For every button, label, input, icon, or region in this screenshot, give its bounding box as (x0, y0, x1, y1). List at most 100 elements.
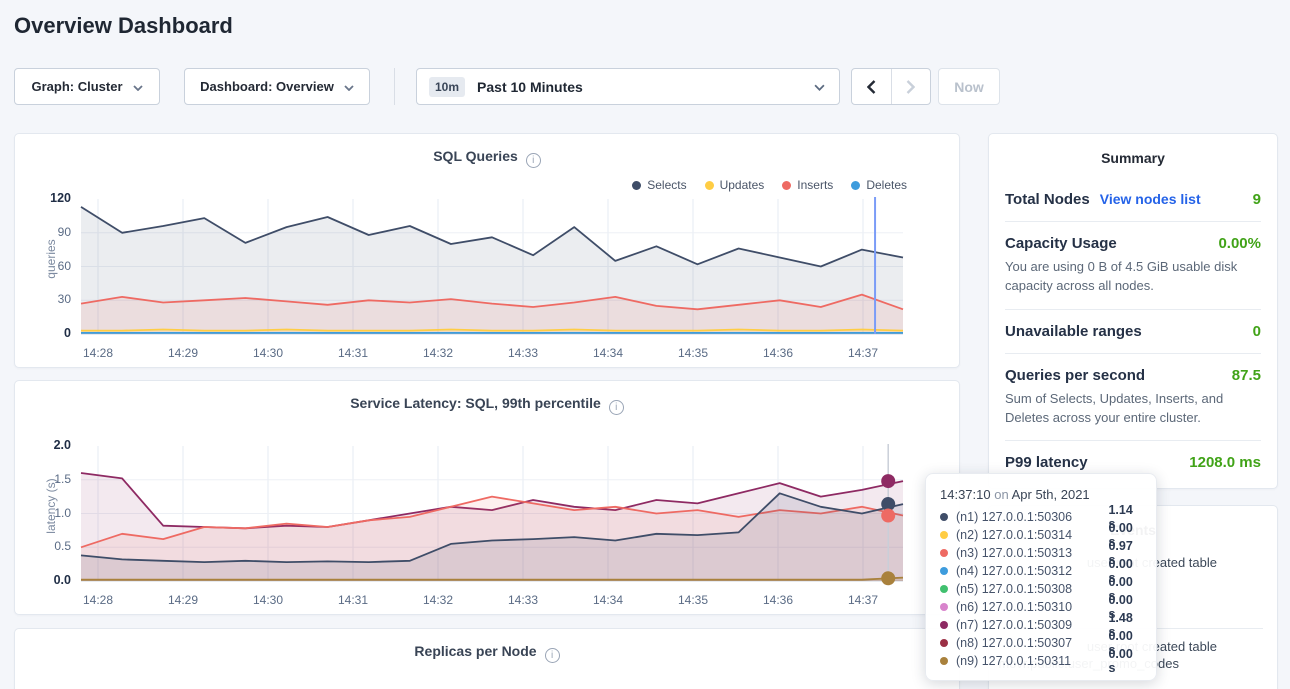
info-icon[interactable]: i (609, 400, 624, 415)
summary-row-label: P99 latency (1005, 454, 1088, 471)
x-tick-label: 14:37 (841, 346, 885, 360)
x-tick-label: 14:28 (76, 593, 120, 607)
summary-row-label: Unavailable ranges (1005, 323, 1142, 340)
y-tick-label: 0 (25, 326, 71, 340)
graph-dropdown-label: Graph: Cluster (31, 79, 122, 94)
tooltip-row: (n9) 127.0.0.1:503110.00 s (940, 652, 1142, 670)
y-tick-label: 90 (25, 225, 71, 239)
node-color-dot (940, 621, 948, 629)
tooltip-node-value: 0.00 s (1108, 647, 1142, 675)
legend-item: Inserts (782, 178, 833, 192)
x-tick-label: 14:36 (756, 346, 800, 360)
legend-color-dot (851, 181, 860, 190)
tooltip-node-label: (n4) 127.0.0.1:50312 (956, 564, 1108, 578)
tooltip-node-label: (n7) 127.0.0.1:50309 (956, 618, 1108, 632)
node-color-dot (940, 603, 948, 611)
tooltip-rows: (n1) 127.0.0.1:503061.14 s(n2) 127.0.0.1… (940, 508, 1142, 670)
time-next-button[interactable] (892, 69, 931, 104)
dashboard-dropdown[interactable]: Dashboard: Overview (184, 68, 370, 105)
service-latency-plot[interactable] (75, 441, 909, 587)
time-range-selector[interactable]: 10m Past 10 Minutes (416, 68, 840, 105)
x-tick-label: 14:37 (841, 593, 885, 607)
y-tick-label: 120 (25, 191, 71, 205)
tooltip-node-label: (n6) 127.0.0.1:50310 (956, 600, 1108, 614)
x-tick-label: 14:35 (671, 593, 715, 607)
chevron-down-icon (814, 78, 825, 96)
summary-panel: Summary Total NodesView nodes list9Capac… (988, 133, 1278, 489)
overview-dashboard-page: Overview Dashboard Graph: Cluster Dashbo… (0, 0, 1290, 689)
replicas-per-node-chart-card: Replicas per Nodei (14, 628, 960, 689)
chevron-right-icon (906, 80, 915, 94)
summary-row-value: 9 (1253, 191, 1261, 208)
y-tick-label: 30 (25, 292, 71, 306)
x-tick-label: 14:30 (246, 346, 290, 360)
summary-row-head: Capacity Usage 0.00% (1005, 235, 1261, 252)
sql-queries-chart-card: SQL Queriesi Selects Updates Inserts Delete… (14, 133, 960, 368)
x-tick-label: 14:35 (671, 346, 715, 360)
summary-row-value: 0.00% (1218, 235, 1261, 252)
x-tick-label: 14:28 (76, 346, 120, 360)
tooltip-node-label: (n1) 127.0.0.1:50306 (956, 510, 1108, 524)
legend-color-dot (705, 181, 714, 190)
node-color-dot (940, 657, 948, 665)
x-tick-label: 14:33 (501, 346, 545, 360)
sql-queries-chart-title: SQL Queriesi (15, 148, 959, 166)
summary-row-value: 0 (1253, 323, 1261, 340)
node-color-dot (940, 567, 948, 575)
legend-color-dot (632, 181, 641, 190)
info-icon[interactable]: i (526, 153, 541, 168)
y-tick-label: 1.5 (25, 472, 71, 486)
sql-queries-legend: Selects Updates Inserts Deletes (632, 178, 907, 192)
summary-row-value: 1208.0 ms (1189, 454, 1261, 471)
legend-item: Updates (705, 178, 765, 192)
x-tick-label: 14:30 (246, 593, 290, 607)
chevron-down-icon (344, 79, 354, 94)
y-tick-label: 1.0 (25, 506, 71, 520)
summary-row: Unavailable ranges 0 (1005, 310, 1261, 354)
legend-label: Deletes (866, 178, 907, 192)
summary-row-head: P99 latency 1208.0 ms (1005, 454, 1261, 471)
node-color-dot (940, 531, 948, 539)
node-color-dot (940, 513, 948, 521)
x-tick-label: 14:31 (331, 593, 375, 607)
x-tick-label: 14:29 (161, 593, 205, 607)
legend-color-dot (782, 181, 791, 190)
time-prev-button[interactable] (852, 69, 892, 104)
summary-row-head: Total NodesView nodes list9 (1005, 191, 1261, 208)
legend-item: Selects (632, 178, 686, 192)
graph-dropdown[interactable]: Graph: Cluster (14, 68, 160, 105)
summary-rows: Total NodesView nodes list9Capacity Usag… (989, 178, 1277, 484)
x-tick-label: 14:36 (756, 593, 800, 607)
summary-row-description: Sum of Selects, Updates, Inserts, and De… (1005, 390, 1261, 428)
summary-row-head: Queries per second87.5 (1005, 367, 1261, 384)
replicas-per-node-chart-title: Replicas per Nodei (15, 643, 959, 661)
tooltip-node-label: (n5) 127.0.0.1:50308 (956, 582, 1108, 596)
chevron-left-icon (867, 80, 876, 94)
dashboard-dropdown-label: Dashboard: Overview (200, 79, 334, 94)
x-tick-label: 14:31 (331, 346, 375, 360)
x-tick-label: 14:32 (416, 593, 460, 607)
service-latency-chart-title: Service Latency: SQL, 99th percentilei (15, 395, 959, 413)
node-color-dot (940, 585, 948, 593)
legend-label: Updates (720, 178, 765, 192)
tooltip-timestamp: 14:37:10 on Apr 5th, 2021 (940, 487, 1142, 502)
x-tick-label: 14:34 (586, 346, 630, 360)
node-color-dot (940, 639, 948, 647)
now-button[interactable]: Now (938, 68, 1000, 105)
y-tick-label: 60 (25, 259, 71, 273)
service-latency-chart-card: Service Latency: SQL, 99th percentilei l… (14, 380, 960, 615)
tooltip-node-label: (n2) 127.0.0.1:50314 (956, 528, 1108, 542)
y-tick-label: 0.0 (25, 573, 71, 587)
summary-row-label: Capacity Usage (1005, 235, 1117, 252)
info-icon[interactable]: i (545, 648, 560, 663)
legend-item: Deletes (851, 178, 907, 192)
y-tick-label: 0.5 (25, 539, 71, 553)
tooltip-node-label: (n8) 127.0.0.1:50307 (956, 636, 1108, 650)
summary-title: Summary (989, 134, 1277, 166)
x-tick-label: 14:29 (161, 346, 205, 360)
time-range-label: Past 10 Minutes (477, 79, 814, 95)
sql-queries-plot[interactable] (75, 194, 909, 340)
view-nodes-list-link[interactable]: View nodes list (1100, 191, 1201, 207)
x-tick-label: 14:32 (416, 346, 460, 360)
summary-row: Total NodesView nodes list9 (1005, 178, 1261, 222)
